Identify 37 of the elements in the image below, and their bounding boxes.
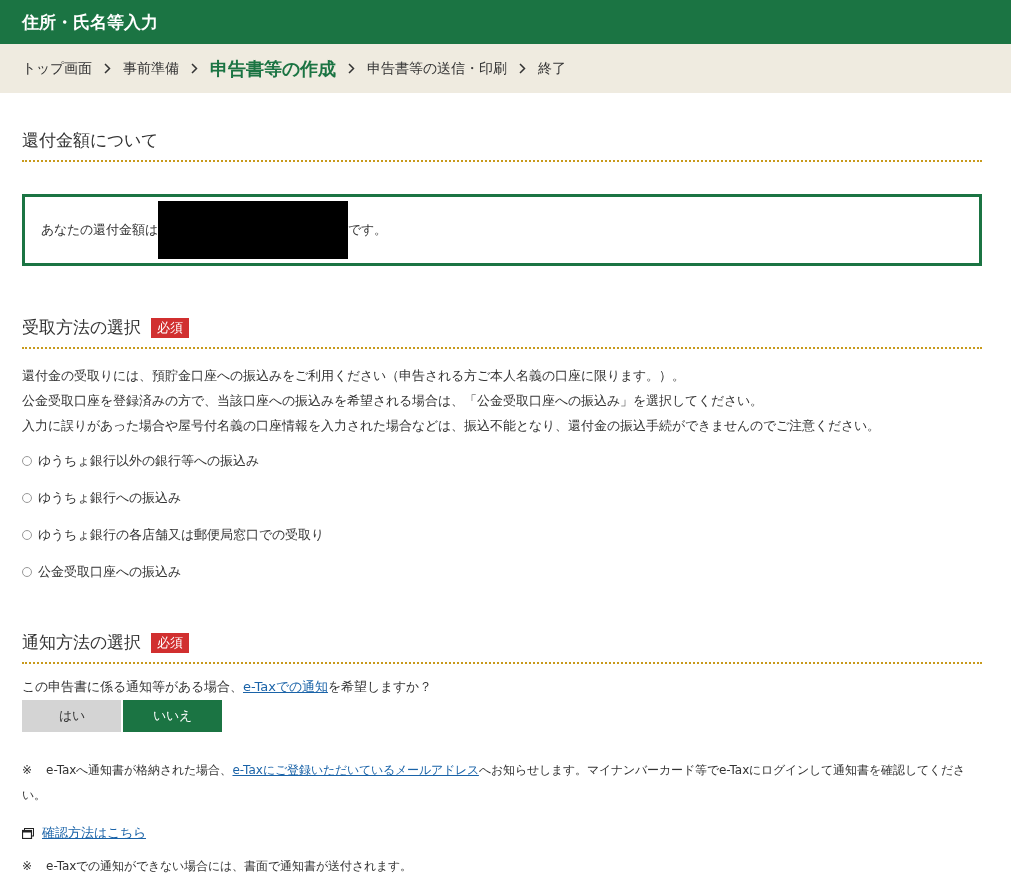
chevron-icon bbox=[519, 63, 526, 74]
breadcrumb-item[interactable]: トップ画面 bbox=[22, 59, 92, 78]
choice-button[interactable]: はい bbox=[22, 700, 121, 732]
window-icon bbox=[22, 827, 34, 839]
note-text: ※ e-Taxへ通知書が格納された場合、e-Taxにご登録いただいているメールアドレスへお知らせします。マイナンバーカード等でe-Taxにログインして通知書を確認してください。 bbox=[22, 762, 967, 804]
section-heading: 還付金額について bbox=[22, 129, 158, 152]
refund-suffix: です。 bbox=[348, 221, 387, 239]
option-label: 公金受取口座への振込み bbox=[38, 563, 181, 581]
option-label: ゆうちょ銀行以外の銀行等への振込み bbox=[38, 452, 259, 470]
breadcrumb-item[interactable]: 申告書等の作成 bbox=[210, 56, 336, 81]
breadcrumb-item[interactable]: 申告書等の送信・印刷 bbox=[367, 59, 507, 78]
radio-option[interactable]: 公金受取口座への振込み bbox=[22, 561, 982, 583]
instruction-text: 還付金の受取りには、預貯金口座への振込みをご利用ください（申告される方ご本人名義の口座に限ります。）。 bbox=[22, 367, 686, 385]
choice-button[interactable]: いいえ bbox=[123, 700, 222, 732]
page-title: 住所・氏名等入力 bbox=[22, 10, 158, 34]
email-address-link[interactable]: e-Taxにご登録いただいているメールアドレス bbox=[232, 763, 479, 777]
required-badge: 必須 bbox=[151, 632, 189, 653]
breadcrumb-item[interactable]: 終了 bbox=[538, 59, 566, 78]
radio-option[interactable]: ゆうちょ銀行以外の銀行等への振込み bbox=[22, 450, 982, 472]
instruction-text: 入力に誤りがあった場合や屋号付名義の口座情報を入力された場合などは、振込不能となり、還付金の振込手続ができませんのでご注意ください。 bbox=[22, 417, 881, 435]
etax-notice-link[interactable]: e-Taxでの通知 bbox=[243, 679, 328, 694]
breadcrumb-item[interactable]: 事前準備 bbox=[123, 59, 179, 78]
help-link[interactable]: 確認方法はこちら bbox=[42, 824, 146, 842]
question-text: この申告書に係る通知等がある場合、e-Taxでの通知を希望しますか？ bbox=[22, 678, 433, 696]
option-label: ゆうちょ銀行への振込み bbox=[38, 489, 181, 507]
option-label: ゆうちょ銀行の各店舗又は郵便局窓口での受取り bbox=[38, 526, 324, 544]
chevron-icon bbox=[348, 63, 355, 74]
required-badge: 必須 bbox=[151, 317, 189, 338]
refund-label: あなたの還付金額は bbox=[41, 221, 158, 239]
chevron-icon bbox=[191, 63, 198, 74]
section-heading: 受取方法の選択 bbox=[22, 316, 141, 339]
chevron-icon bbox=[104, 63, 111, 74]
radio-option[interactable]: ゆうちょ銀行への振込み bbox=[22, 487, 982, 509]
section-heading: 通知方法の選択 bbox=[22, 631, 141, 654]
radio-option[interactable]: ゆうちょ銀行の各店舗又は郵便局窓口での受取り bbox=[22, 524, 982, 546]
note-text: ※ e-Taxでの通知ができない場合には、書面で通知書が送付されます。 bbox=[22, 858, 414, 875]
instruction-text: 公金受取口座を登録済みの方で、当該口座への振込みを希望される場合は、「公金受取口座への振込み」を選択してください。 bbox=[22, 392, 764, 410]
